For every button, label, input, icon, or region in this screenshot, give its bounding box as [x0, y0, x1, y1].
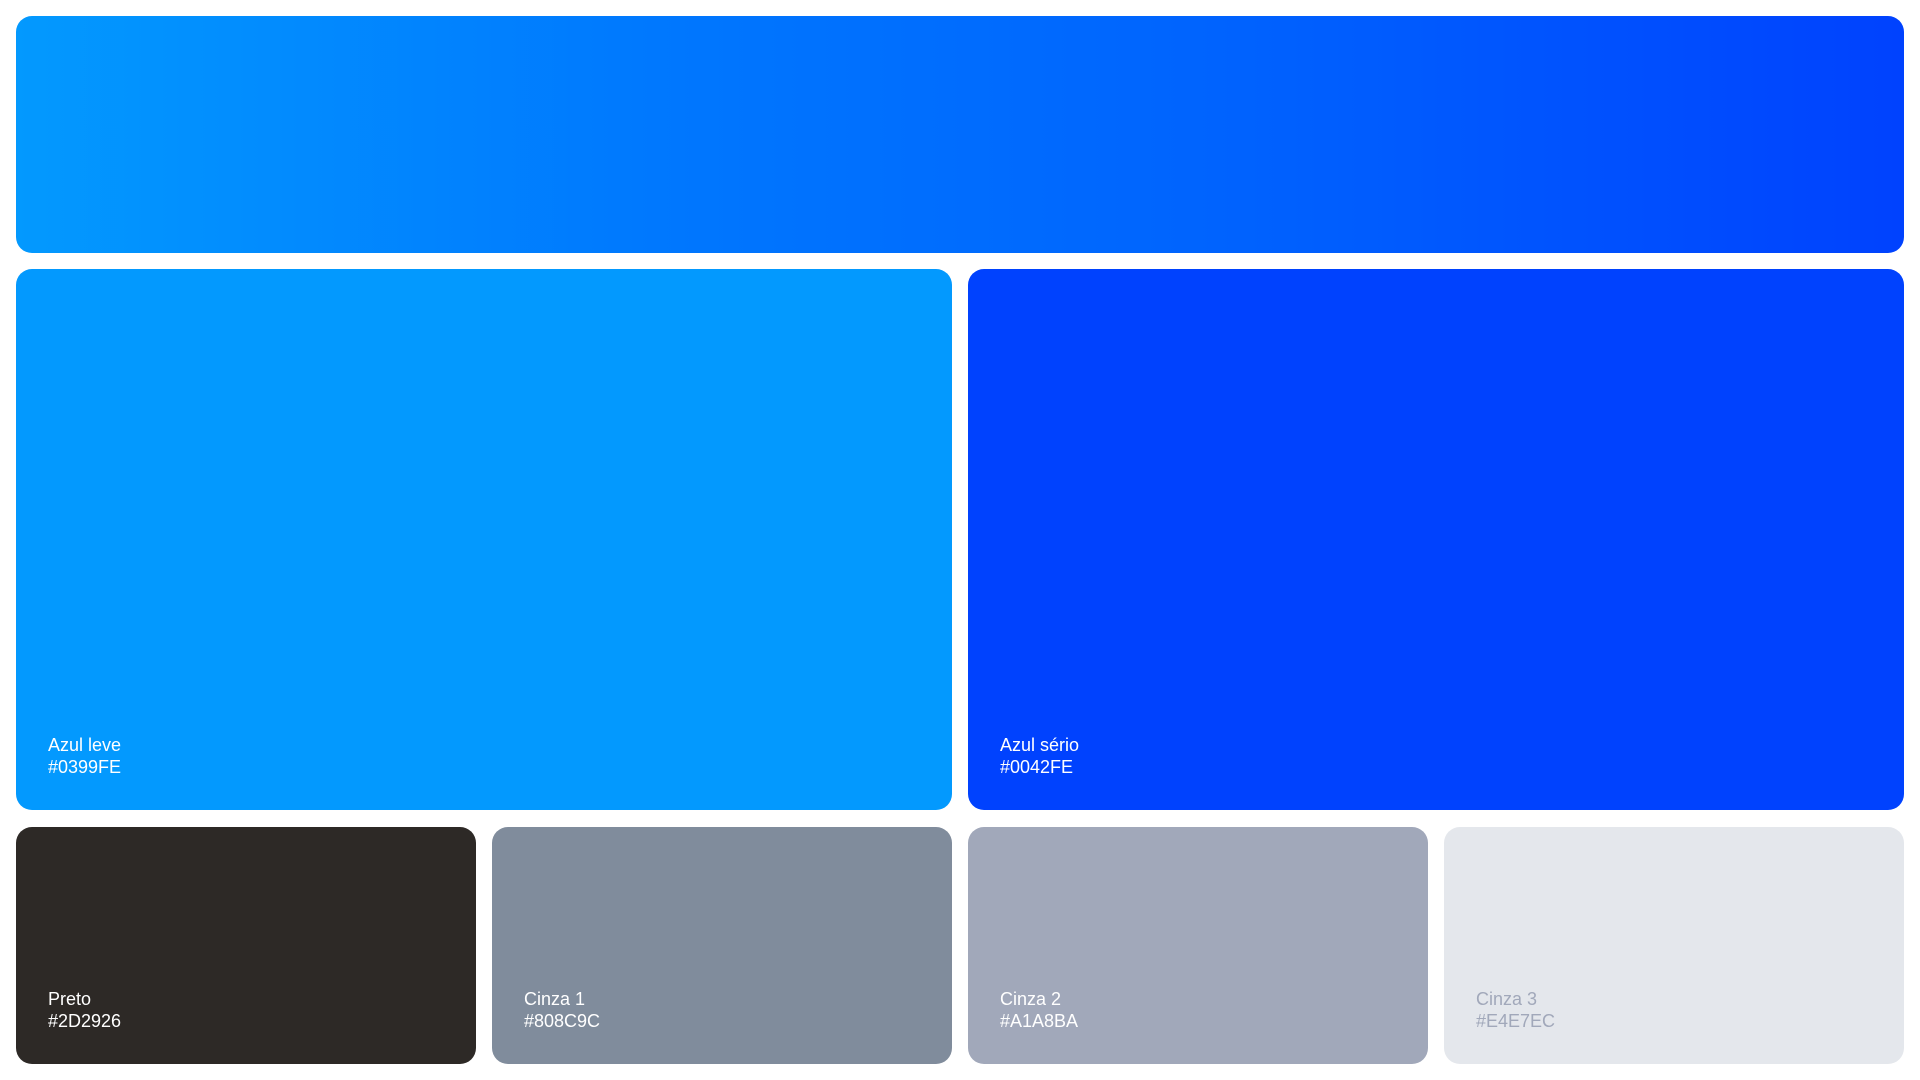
swatch-label: Preto #2D2926: [48, 988, 121, 1032]
swatch-preto: Preto #2D2926: [16, 827, 476, 1064]
swatch-name: Cinza 1: [524, 989, 586, 1009]
swatch-name: Azul leve: [48, 735, 122, 755]
swatch-label: Cinza 3 #E4E7EC: [1476, 988, 1555, 1032]
swatch-cinza-1: Cinza 1 #808C9C: [492, 827, 952, 1064]
swatch-name: Preto: [48, 989, 92, 1009]
swatch-label: Cinza 1 #808C9C: [524, 988, 600, 1032]
swatch-hex: #0042FE: [1000, 757, 1074, 777]
gradient-swatch: [16, 16, 1904, 253]
swatch-label: Cinza 2 #A1A8BA: [1000, 988, 1078, 1032]
swatch-label: Azul leve #0399FE: [48, 734, 121, 778]
swatch-name: Azul sério: [1000, 735, 1080, 755]
swatch-hex: #0399FE: [48, 757, 122, 777]
swatch-azul-serio: Azul sério #0042FE: [968, 269, 1904, 810]
swatch-azul-leve: Azul leve #0399FE: [16, 269, 952, 810]
swatch-name: Cinza 2: [1000, 989, 1062, 1009]
swatch-name: Cinza 3: [1476, 989, 1538, 1009]
swatch-hex: #808C9C: [524, 1011, 601, 1031]
swatch-hex: #2D2926: [48, 1011, 122, 1031]
swatch-cinza-2: Cinza 2 #A1A8BA: [968, 827, 1428, 1064]
swatch-hex: #A1A8BA: [1000, 1011, 1079, 1031]
swatch-label: Azul sério #0042FE: [1000, 734, 1079, 778]
swatch-cinza-3: Cinza 3 #E4E7EC: [1444, 827, 1904, 1064]
color-palette-board: Azul leve #0399FE Azul sério #0042FE Pre…: [0, 0, 1920, 1080]
swatch-hex: #E4E7EC: [1476, 1011, 1556, 1031]
